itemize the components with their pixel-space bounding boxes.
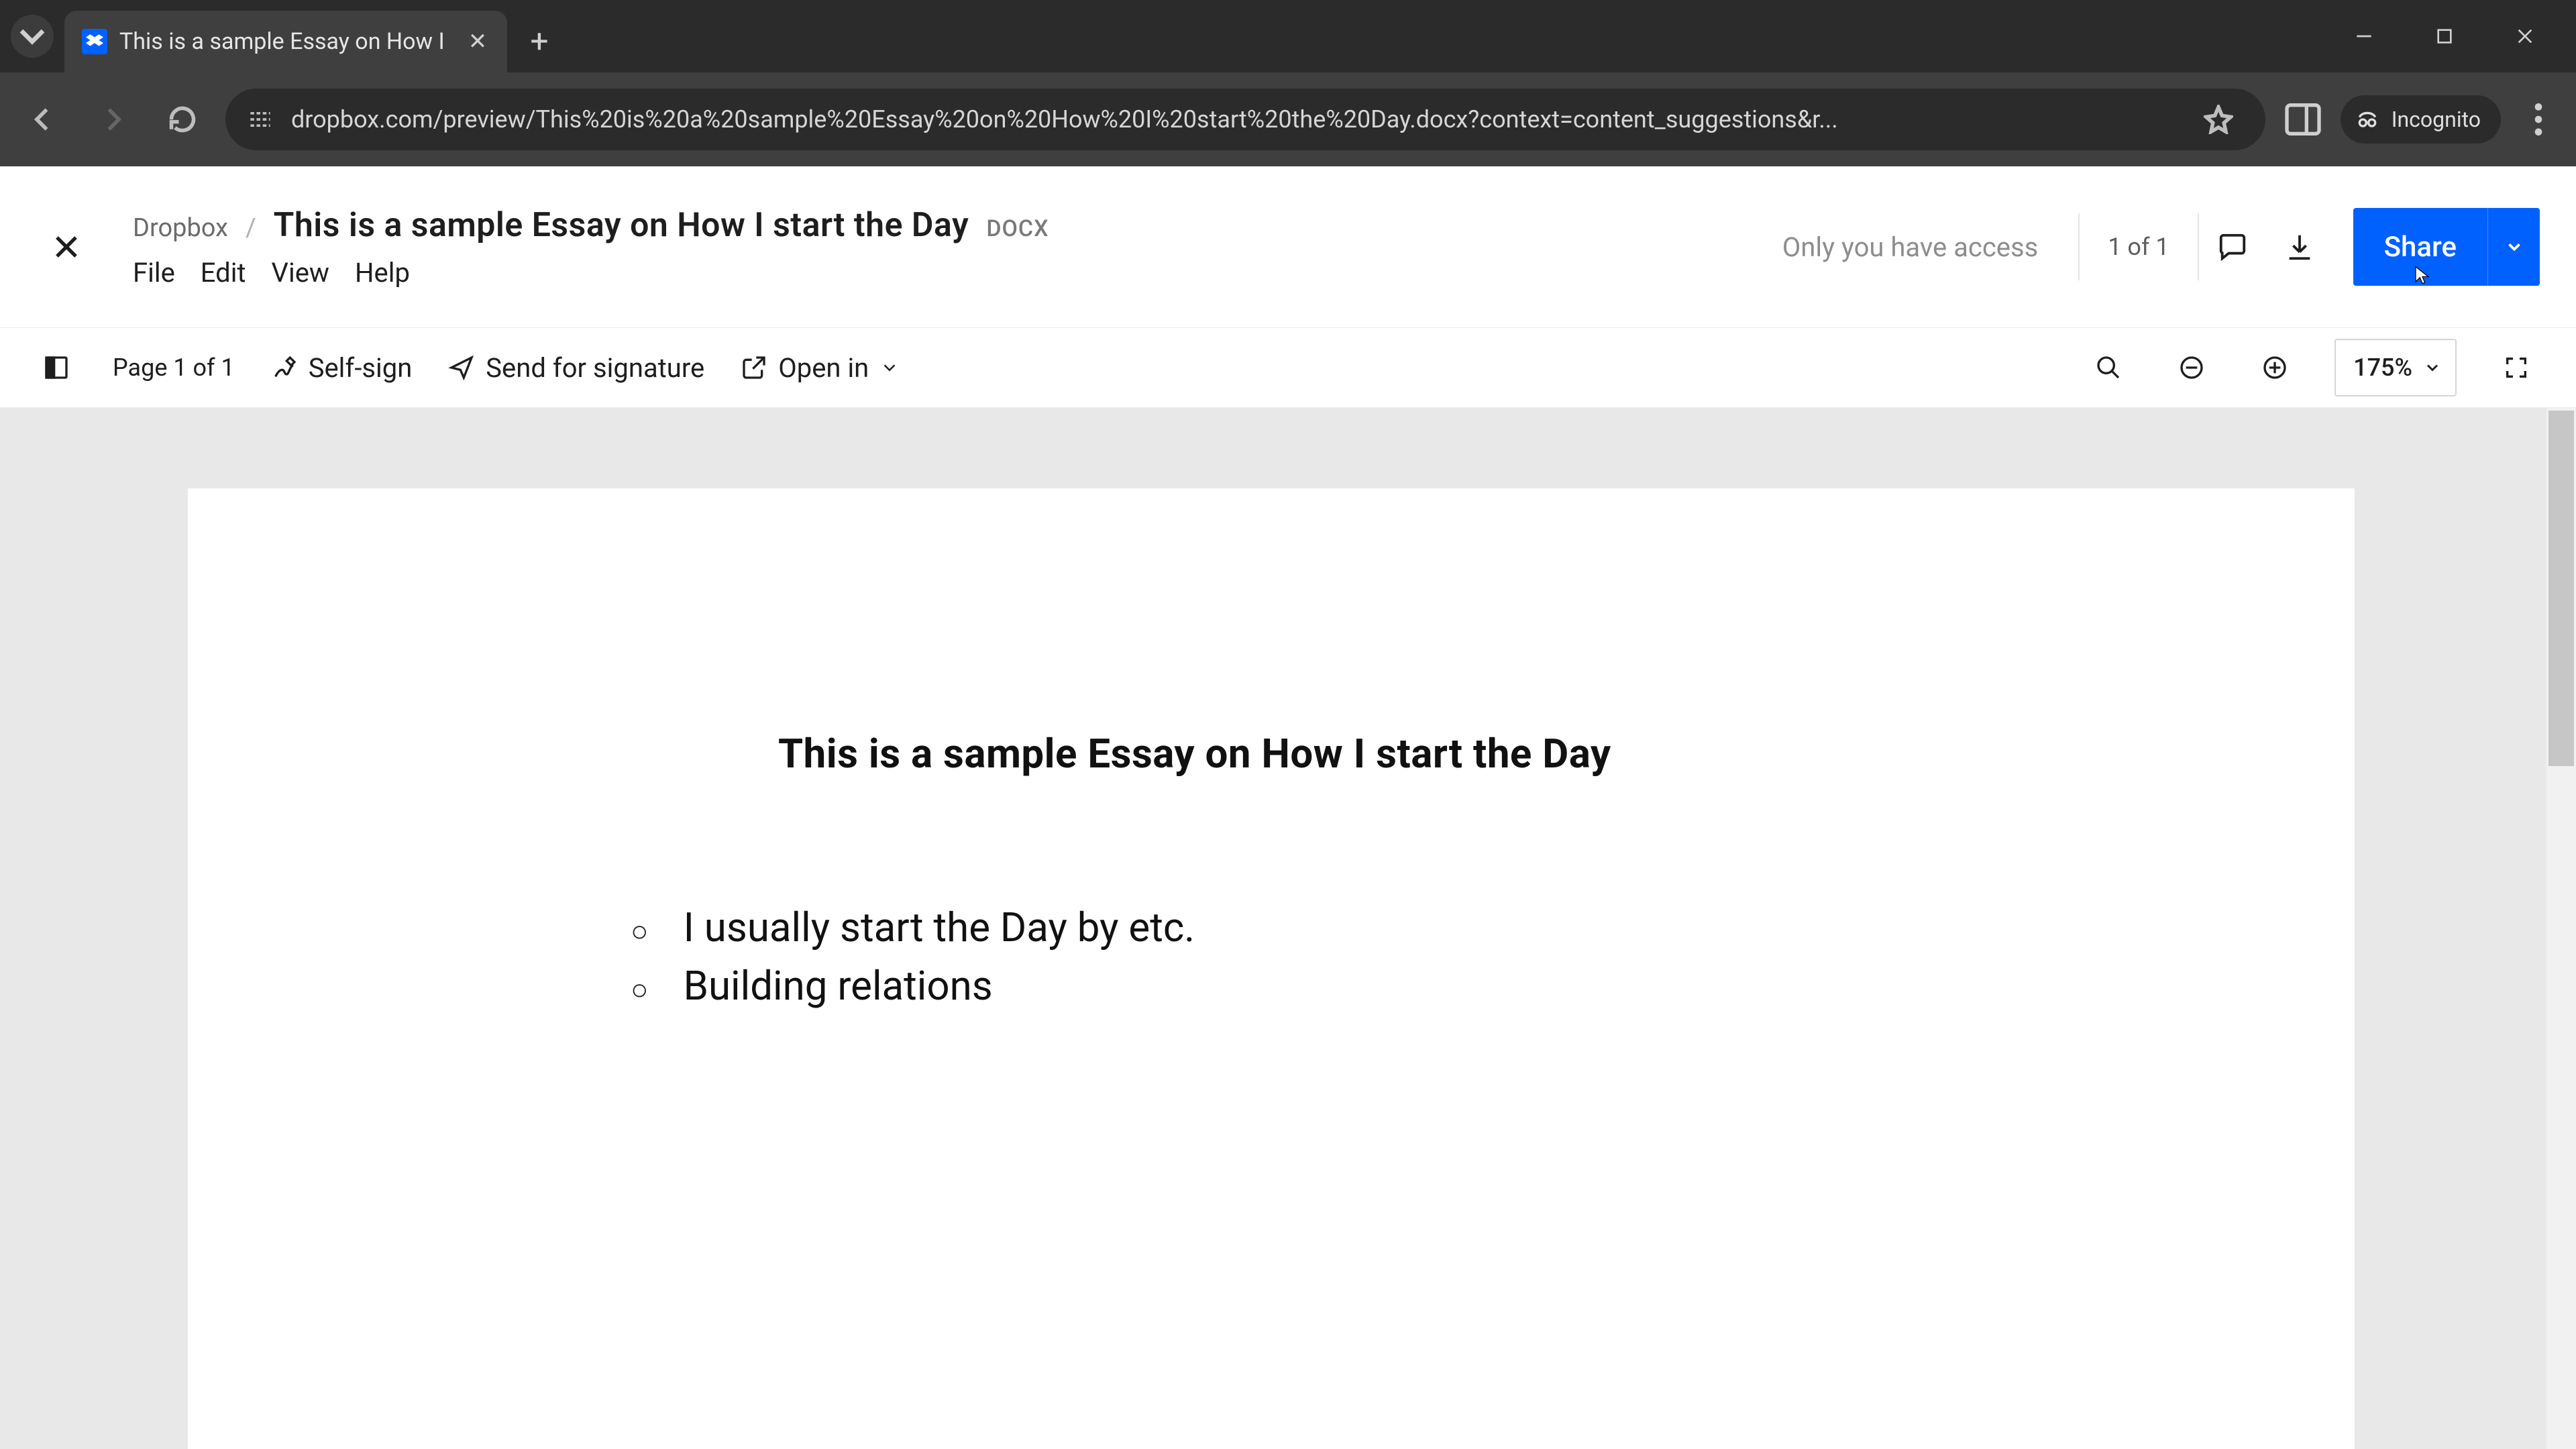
breadcrumb-root[interactable]: Dropbox xyxy=(133,213,228,243)
nav-back-button[interactable] xyxy=(16,93,70,146)
menu-edit[interactable]: Edit xyxy=(201,257,246,288)
search-document-button[interactable] xyxy=(2085,344,2132,391)
browser-tab[interactable]: This is a sample Essay on How I ✕ xyxy=(64,11,507,72)
browser-titlebar: This is a sample Essay on How I ✕ + xyxy=(0,0,2576,72)
tab-close-icon[interactable]: ✕ xyxy=(466,30,490,54)
dropbox-favicon xyxy=(82,29,107,54)
close-preview-button[interactable] xyxy=(36,217,97,277)
bullet-icon: ○ xyxy=(631,910,649,953)
document-page: This is a sample Essay on How I start th… xyxy=(188,488,2355,1449)
app-content: Dropbox / This is a sample Essay on How … xyxy=(0,166,2576,1449)
browser-toolbar: dropbox.com/preview/This%20is%20a%20samp… xyxy=(0,72,2576,166)
nav-forward-button[interactable] xyxy=(86,93,140,146)
tab-search-dropdown[interactable] xyxy=(11,15,54,58)
zoom-out-button[interactable] xyxy=(2168,344,2215,391)
send-signature-button[interactable]: Send for signature xyxy=(448,352,704,384)
window-close-button[interactable] xyxy=(2485,9,2565,63)
new-tab-button[interactable]: + xyxy=(515,17,564,65)
tab-title: This is a sample Essay on How I xyxy=(119,28,453,55)
incognito-indicator[interactable]: Incognito xyxy=(2341,95,2501,144)
menu-file[interactable]: File xyxy=(133,257,175,288)
sidebar-toggle-button[interactable] xyxy=(36,347,76,388)
list-item-text: Building relations xyxy=(684,957,993,1015)
menu-help[interactable]: Help xyxy=(355,257,410,288)
fullscreen-button[interactable] xyxy=(2493,344,2540,391)
window-maximize-button[interactable] xyxy=(2404,9,2485,63)
breadcrumb: Dropbox / This is a sample Essay on How … xyxy=(133,206,1049,245)
page-indicator: Page 1 of 1 xyxy=(113,354,235,382)
site-info-icon[interactable] xyxy=(246,105,275,134)
menu-view[interactable]: View xyxy=(272,257,329,288)
document-bullet-list: ○ I usually start the Day by etc. ○ Buildi… xyxy=(631,898,2127,1015)
document-title: This is a sample Essay on How I start th… xyxy=(778,730,2127,777)
send-signature-label: Send for signature xyxy=(486,352,704,384)
zoom-in-button[interactable] xyxy=(2251,344,2298,391)
open-in-label: Open in xyxy=(778,352,869,384)
open-in-button[interactable]: Open in xyxy=(741,352,900,384)
vertical-scrollbar-track[interactable] xyxy=(2546,408,2576,1449)
url-text: dropbox.com/preview/This%20is%20a%20samp… xyxy=(291,105,2176,133)
breadcrumb-separator: / xyxy=(246,213,256,243)
self-sign-button[interactable]: Self-sign xyxy=(271,352,413,384)
download-button[interactable] xyxy=(2266,213,2333,280)
access-status: Only you have access xyxy=(1782,231,2038,263)
list-item: ○ I usually start the Day by etc. xyxy=(631,898,2127,957)
bookmark-star-icon[interactable] xyxy=(2192,93,2245,146)
list-item: ○ Building relations xyxy=(631,957,2127,1015)
breadcrumb-filename: This is a sample Essay on How I start th… xyxy=(274,206,969,245)
chevron-down-icon xyxy=(2423,358,2442,377)
incognito-label: Incognito xyxy=(2392,107,2481,132)
menubar: File Edit View Help xyxy=(133,257,1049,288)
share-button-group: Share xyxy=(2353,208,2540,286)
chevron-down-icon xyxy=(879,358,900,378)
browser-menu-icon[interactable] xyxy=(2517,98,2560,141)
side-panel-icon[interactable] xyxy=(2282,98,2324,141)
share-button-label: Share xyxy=(2384,231,2457,264)
bullet-icon: ○ xyxy=(631,969,649,1012)
address-bar[interactable]: dropbox.com/preview/This%20is%20a%20samp… xyxy=(225,89,2265,150)
comments-button[interactable] xyxy=(2199,213,2266,280)
nav-reload-button[interactable] xyxy=(156,93,209,146)
share-button[interactable]: Share xyxy=(2353,208,2487,286)
zoom-level-value: 175% xyxy=(2353,354,2412,382)
share-dropdown-button[interactable] xyxy=(2487,208,2540,286)
window-minimize-button[interactable] xyxy=(2324,9,2404,63)
file-extension-badge: DOCX xyxy=(986,215,1049,242)
item-count: 1 of 1 xyxy=(2078,213,2198,280)
mouse-cursor-icon xyxy=(2412,262,2432,288)
list-item-text: I usually start the Day by etc. xyxy=(684,898,1195,957)
document-viewport: This is a sample Essay on How I start th… xyxy=(0,408,2576,1449)
self-sign-label: Self-sign xyxy=(309,352,413,384)
vertical-scrollbar-thumb[interactable] xyxy=(2548,411,2574,766)
zoom-level-select[interactable]: 175% xyxy=(2334,339,2457,396)
app-header: Dropbox / This is a sample Essay on How … xyxy=(0,166,2576,327)
document-toolbar: Page 1 of 1 Self-sign Send for signature… xyxy=(0,327,2576,408)
